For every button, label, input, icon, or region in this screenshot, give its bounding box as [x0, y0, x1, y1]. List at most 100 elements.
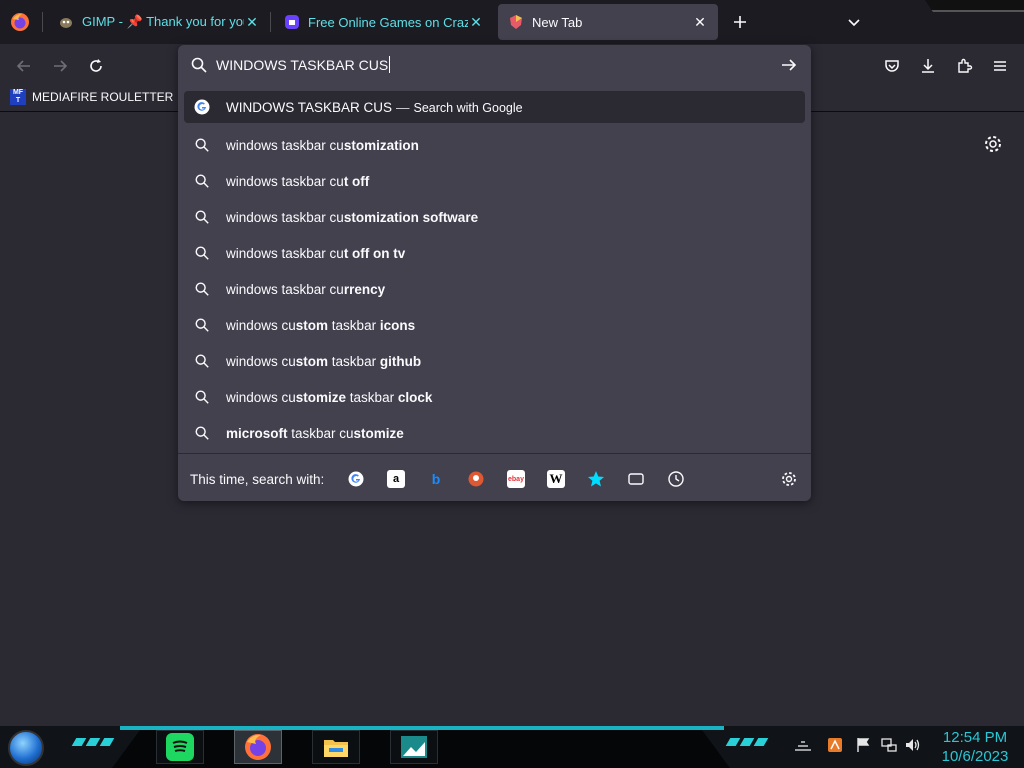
volume-icon[interactable] — [904, 736, 922, 754]
heuristic-action: Search with Google — [413, 100, 523, 115]
suggestion-typed-part: windows taskbar cu — [226, 137, 344, 153]
tab-crazygames[interactable]: Free Online Games on CrazyGa ✕ — [274, 4, 494, 40]
tab-new-tab[interactable]: New Tab ✕ — [498, 4, 718, 40]
suggestion-typed-part: windows cu — [226, 353, 296, 369]
suggestion-completion-end: stomize — [353, 425, 404, 441]
search-suggestion[interactable]: windows taskbar customization — [184, 127, 805, 163]
mediafire-icon: MF T — [10, 89, 26, 105]
hamburger-icon — [994, 61, 1006, 71]
search-icon — [193, 425, 210, 442]
newtab-icon — [508, 14, 524, 30]
separator: — — [396, 99, 410, 115]
gimp-window-icon — [401, 736, 427, 758]
suggestion-text: windows customize taskbar clock — [226, 390, 432, 405]
search-suggestion[interactable]: windows taskbar cut off on tv — [184, 235, 805, 271]
suggestion-typed-part: windows cu — [226, 317, 296, 333]
wikipedia-icon[interactable]: W — [547, 470, 565, 488]
suggestion-typed-part: windows taskbar cu — [226, 173, 344, 189]
suggestion-typed-part: windows taskbar cu — [226, 209, 344, 225]
search-icon — [193, 281, 210, 298]
text-caret — [389, 56, 391, 73]
taskbar-decoration — [725, 738, 770, 748]
duckduckgo-icon[interactable] — [467, 470, 485, 488]
pocket-button[interactable] — [878, 52, 906, 80]
suggestion-text: windows taskbar customization — [226, 138, 419, 153]
tab-strip: GIMP - 📌 Thank you for your s ✕ Free Onl… — [0, 0, 1024, 44]
ebay-icon[interactable]: ebay — [507, 470, 525, 488]
puzzle-icon — [958, 58, 973, 73]
suggestion-middle: taskbar cu — [287, 425, 354, 441]
taskbar-app-file-explorer[interactable] — [312, 730, 360, 764]
bing-icon[interactable]: b — [427, 470, 445, 488]
google-icon[interactable] — [347, 470, 365, 488]
taskbar-app-gimp[interactable] — [390, 730, 438, 764]
close-tab-icon[interactable]: ✕ — [468, 14, 484, 30]
heuristic-result[interactable]: WINDOWS TASKBAR CUS — Search with Google — [184, 91, 805, 123]
clock-time: 12:54 PM — [942, 729, 1008, 746]
system-clock[interactable]: 12:54 PM 10/6/2023 — [930, 728, 1020, 766]
tab-gimp[interactable]: GIMP - 📌 Thank you for your s ✕ — [48, 4, 270, 40]
history-icon[interactable] — [667, 470, 685, 488]
urlbar-input[interactable]: WINDOWS TASKBAR CUS — [178, 45, 811, 85]
urlbar-results: WINDOWS TASKBAR CUS — Search with Google w… — [184, 91, 805, 451]
search-settings-button[interactable] — [780, 470, 798, 488]
show-hidden-icons-button[interactable] — [794, 736, 812, 754]
firefox-icon — [245, 734, 271, 760]
close-tab-icon[interactable]: ✕ — [692, 14, 708, 30]
suggestion-completion: stomization software — [343, 209, 479, 225]
search-suggestion[interactable]: windows custom taskbar icons — [184, 307, 805, 343]
search-icon — [193, 137, 210, 154]
suggestion-completion: stom — [295, 317, 329, 333]
network-icon[interactable] — [880, 736, 898, 754]
taskbar-app-firefox[interactable] — [234, 730, 282, 764]
pocket-icon — [885, 60, 899, 72]
extensions-button[interactable] — [950, 52, 978, 80]
plus-icon — [734, 16, 746, 28]
suggestion-completion-end: github — [379, 353, 422, 369]
list-all-tabs-button[interactable] — [842, 10, 866, 34]
search-icon — [193, 389, 210, 406]
search-icon — [193, 317, 210, 334]
action-center-flag-icon[interactable] — [854, 736, 872, 754]
suggestion-text: windows taskbar currency — [226, 282, 385, 297]
tab-separator — [42, 12, 43, 32]
search-suggestion[interactable]: windows taskbar currency — [184, 271, 805, 307]
customize-new-tab-button[interactable] — [982, 133, 1004, 155]
forward-button[interactable] — [46, 52, 74, 80]
bookmarks-star-icon[interactable] — [587, 470, 605, 488]
tab-separator — [270, 12, 271, 32]
google-icon — [193, 99, 210, 116]
windows-taskbar: 12:54 PM 10/6/2023 — [0, 726, 1024, 768]
tray-orange-icon — [828, 738, 842, 752]
search-suggestion[interactable]: microsoft taskbar customize — [184, 415, 805, 451]
downloads-button[interactable] — [914, 52, 942, 80]
clock-date: 10/6/2023 — [941, 748, 1009, 765]
crazygames-icon — [284, 14, 300, 30]
search-suggestion[interactable]: windows customize taskbar clock — [184, 379, 805, 415]
app-menu-button[interactable] — [986, 52, 1014, 80]
close-tab-icon[interactable]: ✕ — [244, 14, 260, 30]
suggestion-completion: rrency — [343, 281, 386, 297]
suggestion-middle: taskbar — [328, 317, 380, 333]
go-button[interactable] — [780, 56, 798, 74]
taskbar-app-spotify[interactable] — [156, 730, 204, 764]
search-suggestion[interactable]: windows taskbar cut off — [184, 163, 805, 199]
firefox-view-icon[interactable] — [10, 12, 30, 32]
tray-app-icon[interactable] — [826, 736, 844, 754]
bookmark-mediafire-rouletter[interactable]: MF T MEDIAFIRE ROULETTER — [10, 89, 173, 105]
suggestion-typed-part: windows taskbar cu — [226, 281, 344, 297]
new-tab-button[interactable] — [728, 10, 752, 34]
search-suggestion[interactable]: windows taskbar customization software — [184, 199, 805, 235]
tabs-icon[interactable] — [627, 470, 645, 488]
suggestion-middle: taskbar — [328, 353, 380, 369]
search-suggestion[interactable]: windows custom taskbar github — [184, 343, 805, 379]
arrow-right-icon — [54, 60, 68, 72]
back-button[interactable] — [10, 52, 38, 80]
start-button[interactable] — [8, 730, 44, 766]
gear-icon — [782, 472, 796, 486]
chevron-down-icon — [848, 19, 860, 27]
suggestion-completion: t off on tv — [343, 245, 406, 261]
amazon-icon[interactable]: a — [387, 470, 405, 488]
reload-button[interactable] — [82, 52, 110, 80]
urlbar-value: WINDOWS TASKBAR CUS — [216, 57, 389, 73]
